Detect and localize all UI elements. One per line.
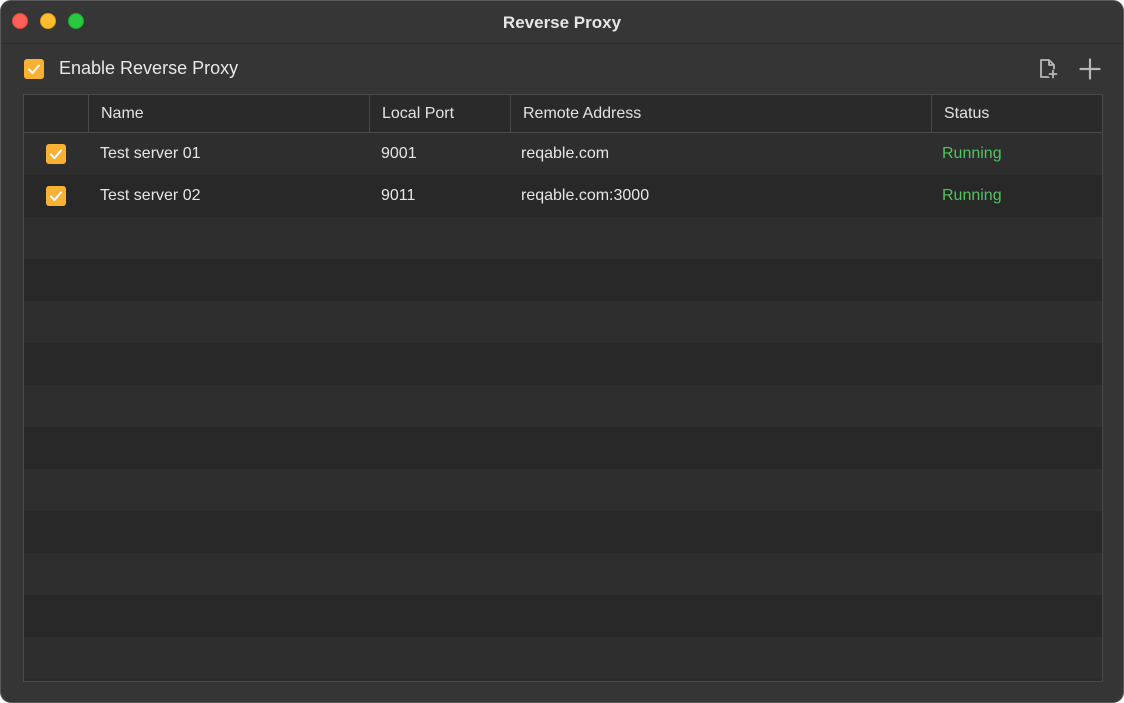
- enable-reverse-proxy-label[interactable]: Enable Reverse Proxy: [59, 58, 238, 79]
- column-header-select[interactable]: [24, 95, 88, 132]
- checkmark-icon: [28, 64, 40, 74]
- row-name: Test server 01: [100, 145, 201, 162]
- row-status: Running: [942, 187, 1002, 204]
- empty-row: [24, 637, 1102, 679]
- empty-row: [24, 553, 1102, 595]
- empty-row: [24, 301, 1102, 343]
- empty-row: [24, 595, 1102, 637]
- checkmark-icon: [50, 149, 62, 159]
- reverse-proxy-table: Name Local Port Remote Address Status Te…: [23, 94, 1103, 682]
- row-name: Test server 02: [100, 187, 201, 204]
- column-header-status[interactable]: Status: [931, 95, 1102, 132]
- reverse-proxy-window: Reverse Proxy Enable Reverse Proxy Name …: [0, 0, 1124, 703]
- toolbar: Enable Reverse Proxy: [1, 44, 1123, 94]
- title-bar: Reverse Proxy: [1, 1, 1123, 44]
- column-header-remote-address[interactable]: Remote Address: [510, 95, 931, 132]
- row-status: Running: [942, 145, 1002, 162]
- row-enable-checkbox[interactable]: [46, 144, 66, 164]
- row-enable-checkbox[interactable]: [46, 186, 66, 206]
- empty-row: [24, 217, 1102, 259]
- enable-reverse-proxy-checkbox[interactable]: [24, 59, 44, 79]
- empty-row: [24, 343, 1102, 385]
- row-remote-address: reqable.com: [521, 145, 610, 162]
- table-header: Name Local Port Remote Address Status: [24, 95, 1102, 133]
- checkmark-icon: [50, 191, 62, 201]
- row-local-port: 9011: [381, 187, 416, 204]
- empty-row: [24, 469, 1102, 511]
- add-icon[interactable]: [1078, 57, 1102, 81]
- row-remote-address: reqable.com:3000: [521, 187, 650, 204]
- empty-row: [24, 259, 1102, 301]
- column-header-name[interactable]: Name: [88, 95, 369, 132]
- table-row[interactable]: Test server 02 9011 reqable.com:3000 Run…: [24, 175, 1102, 217]
- row-local-port: 9001: [381, 145, 417, 162]
- empty-row: [24, 511, 1102, 553]
- window-title: Reverse Proxy: [502, 13, 622, 32]
- table-body: Test server 01 9001 reqable.com Running …: [24, 133, 1102, 681]
- new-file-icon[interactable]: [1036, 57, 1060, 81]
- table-row[interactable]: Test server 01 9001 reqable.com Running: [24, 133, 1102, 175]
- empty-row: [24, 427, 1102, 469]
- column-header-local-port[interactable]: Local Port: [369, 95, 510, 132]
- empty-row: [24, 385, 1102, 427]
